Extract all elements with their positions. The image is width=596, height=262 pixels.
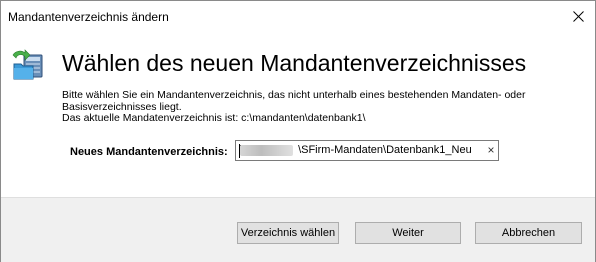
page-title: Wählen des neuen Mandantenverzeichnisses <box>62 50 527 76</box>
next-button[interactable]: Weiter <box>355 222 461 244</box>
close-button[interactable] <box>561 1 595 32</box>
choose-directory-button[interactable]: Verzeichnis wählen <box>237 222 339 244</box>
description-line: Das aktuelle Mandatenverzeichnis ist: c:… <box>62 112 366 124</box>
text-caret <box>239 144 240 158</box>
description-text: Bitte wählen Sie ein Mandantenverzeichni… <box>62 89 562 125</box>
directory-field-label: Neues Mandantenverzeichnis: <box>70 146 228 158</box>
directory-value-suffix: \SFirm-Mandaten\Datenbank1_Neu <box>298 144 472 156</box>
clear-icon[interactable]: × <box>486 143 496 157</box>
directory-input[interactable]: \xxxxxxxxxx\SFirm-Mandaten\Datenbank1_Ne… <box>235 140 499 161</box>
button-bar: Verzeichnis wählen Weiter Abbrechen <box>1 197 595 262</box>
description-line: Bitte wählen Sie ein Mandantenverzeichni… <box>62 89 526 101</box>
cancel-button[interactable]: Abbrechen <box>475 222 582 244</box>
dialog-window: Mandantenverzeichnis ändern Wählen des n… <box>0 0 596 262</box>
title-bar: Mandantenverzeichnis ändern <box>1 1 595 33</box>
redacted-region <box>240 145 293 156</box>
folder-network-icon <box>12 49 43 80</box>
window-title: Mandantenverzeichnis ändern <box>8 10 169 24</box>
dialog-content: Wählen des neuen Mandantenverzeichnisses… <box>1 33 595 197</box>
close-icon <box>572 11 584 22</box>
